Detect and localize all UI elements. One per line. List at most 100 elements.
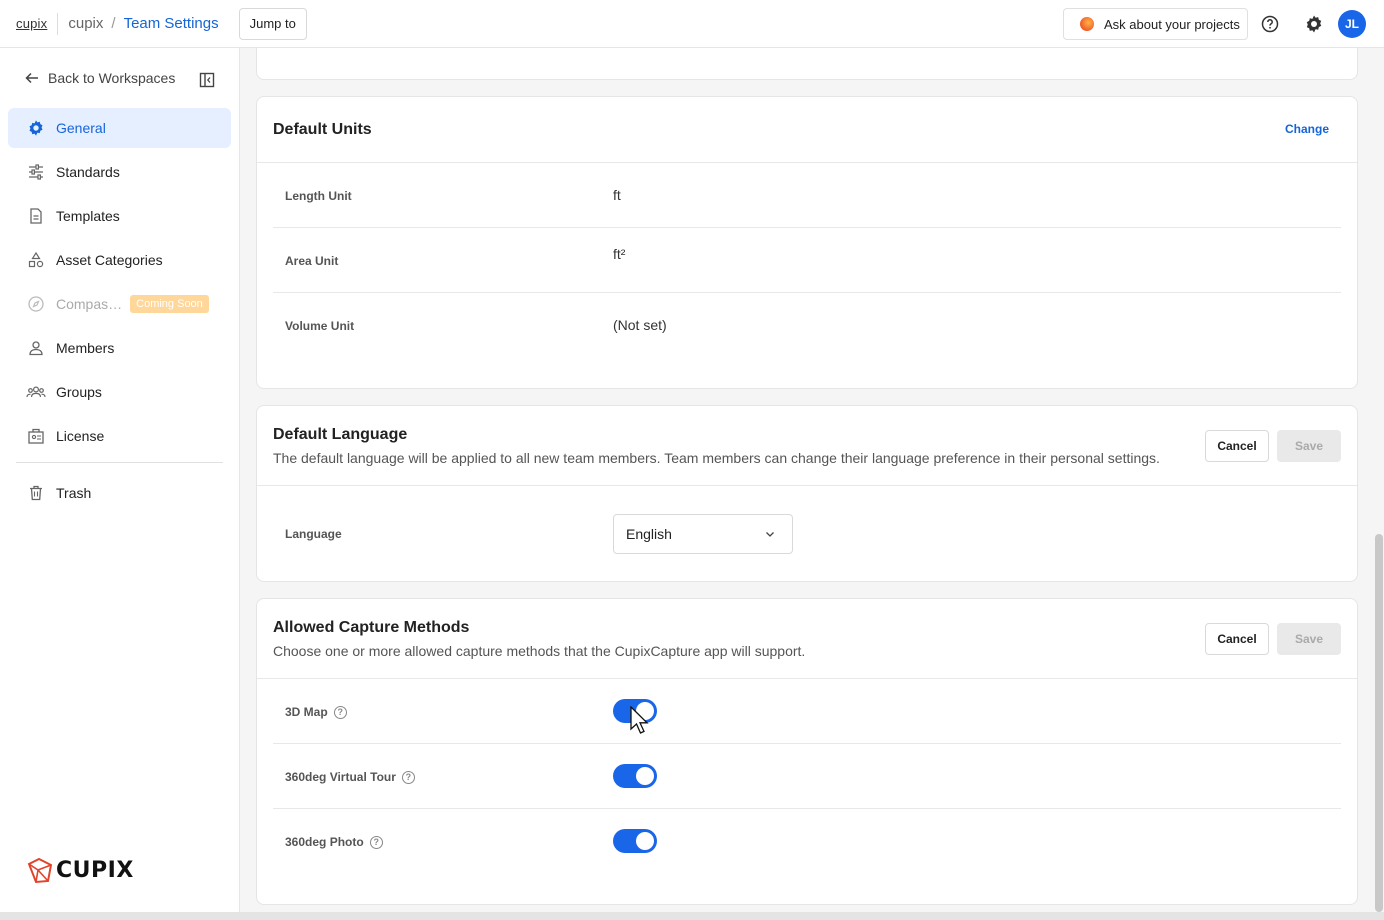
group-icon — [26, 382, 46, 402]
help-icon[interactable]: ? — [401, 770, 415, 784]
default-units-header: Default Units Change — [257, 97, 1357, 163]
divider — [57, 12, 59, 35]
default-language-header: Default Language The default language wi… — [257, 406, 1357, 486]
capture-method-label: 3D Map ? — [285, 705, 347, 719]
help-icon[interactable]: ? — [369, 835, 383, 849]
cupix-logo-mark — [27, 857, 53, 884]
sidebar-item-general[interactable]: General — [8, 108, 231, 148]
help-icon[interactable]: ? — [333, 705, 347, 719]
shapes-icon — [26, 250, 46, 270]
sidebar-item-label: License — [56, 428, 105, 444]
default-language-title: Default Language — [273, 426, 408, 443]
capture-method-row: 360deg Virtual Tour ? — [273, 744, 1341, 809]
sidebar-item-label: Groups — [56, 384, 102, 400]
sidebar-item-groups[interactable]: Groups — [8, 372, 231, 412]
sidebar-item-compass: Compas… Coming Soon — [8, 284, 231, 324]
cupix-brand-logo: CUPIX — [26, 856, 134, 884]
volume-unit-value: (Not set) — [613, 317, 667, 333]
virtual-tour-toggle[interactable] — [613, 764, 657, 788]
trash-icon — [26, 483, 46, 503]
compass-icon — [26, 294, 46, 314]
length-unit-label: Length Unit — [285, 189, 352, 203]
settings-button[interactable] — [1292, 8, 1336, 40]
sidebar-item-label: Compas… — [56, 296, 123, 312]
cupix-logo-text: CUPIX — [56, 857, 134, 883]
capture-methods-card: Allowed Capture Methods Choose one or mo… — [256, 598, 1358, 905]
sidebar-item-trash[interactable]: Trash — [8, 473, 231, 513]
sidebar-item-label: Standards — [56, 164, 120, 180]
ask-ai-button[interactable]: Ask about your projects — [1063, 8, 1248, 40]
capture-method-name: 360deg Photo — [285, 835, 364, 849]
length-unit-row: Length Unit ft — [273, 163, 1341, 228]
default-language-description: The default language will be applied to … — [273, 450, 1160, 466]
language-label: Language — [285, 527, 342, 541]
coming-soon-badge: Coming Soon — [130, 295, 209, 313]
user-avatar[interactable]: JL — [1338, 10, 1366, 38]
help-button[interactable] — [1248, 8, 1292, 40]
sidebar-item-templates[interactable]: Templates — [8, 196, 231, 236]
capture-methods-title: Allowed Capture Methods — [273, 619, 470, 636]
main-content: Default Units Change Length Unit ft Area… — [240, 48, 1374, 912]
jump-to-button[interactable]: Jump to — [238, 7, 307, 40]
breadcrumb-current: Team Settings — [123, 15, 219, 32]
chevron-down-icon — [766, 532, 774, 537]
cupix-logo-link[interactable]: cupix — [16, 16, 47, 31]
sidebar-item-label: General — [56, 120, 106, 136]
language-save-button[interactable]: Save — [1277, 430, 1341, 462]
change-units-button[interactable]: Change — [1285, 122, 1329, 136]
arrow-left-icon — [25, 72, 38, 84]
area-unit-value: ft² — [613, 246, 626, 262]
language-selected-value: English — [626, 526, 672, 542]
sidebar-item-label: Trash — [56, 485, 92, 501]
capture-method-name: 360deg Virtual Tour — [285, 770, 396, 784]
help-icon — [1261, 15, 1279, 33]
capture-method-row: 3D Map ? — [273, 679, 1341, 744]
breadcrumb-root[interactable]: cupix — [68, 15, 103, 32]
capture-cancel-button[interactable]: Cancel — [1205, 623, 1269, 655]
capture-methods-header: Allowed Capture Methods Choose one or mo… — [257, 599, 1357, 679]
ai-assistant-icon — [1080, 17, 1094, 31]
gear-icon — [26, 118, 46, 138]
capture-method-name: 3D Map — [285, 705, 328, 719]
language-row: Language English — [273, 486, 1341, 582]
breadcrumb-separator: / — [111, 15, 116, 32]
license-icon — [26, 426, 46, 446]
sidebar-item-asset-categories[interactable]: Asset Categories — [8, 240, 231, 280]
default-units-card: Default Units Change Length Unit ft Area… — [256, 96, 1358, 389]
collapse-sidebar-button[interactable] — [199, 72, 215, 93]
capture-save-button[interactable]: Save — [1277, 623, 1341, 655]
capture-method-row: 360deg Photo ? — [273, 809, 1341, 874]
back-to-workspaces-link[interactable]: Back to Workspaces — [24, 70, 175, 86]
sidebar-collapse-icon — [199, 72, 215, 88]
language-cancel-button[interactable]: Cancel — [1205, 430, 1269, 462]
person-icon — [26, 338, 46, 358]
sidebar-item-standards[interactable]: Standards — [8, 152, 231, 192]
back-label: Back to Workspaces — [48, 70, 176, 86]
capture-methods-description: Choose one or more allowed capture metho… — [273, 643, 806, 659]
gear-icon — [1306, 15, 1322, 33]
nav-divider — [16, 462, 223, 463]
sidebar-item-label: Asset Categories — [56, 252, 163, 268]
mouse-cursor-icon — [630, 706, 649, 734]
default-language-card: Default Language The default language wi… — [256, 405, 1358, 582]
ask-ai-label: Ask about your projects — [1104, 16, 1240, 32]
scrollbar-thumb[interactable] — [1375, 534, 1383, 912]
previous-section-card — [256, 48, 1358, 80]
settings-nav: General Standards Templates Asset Catego… — [8, 108, 231, 517]
default-units-title: Default Units — [273, 121, 372, 138]
360-photo-toggle[interactable] — [613, 829, 657, 853]
sidebar: Back to Workspaces General Standards Tem… — [0, 48, 240, 920]
sliders-icon — [26, 162, 46, 182]
document-icon — [26, 206, 46, 226]
capture-method-label: 360deg Virtual Tour ? — [285, 770, 415, 784]
top-bar: cupix cupix / Team Settings Jump to Ask … — [0, 0, 1384, 48]
area-unit-label: Area Unit — [285, 254, 339, 268]
volume-unit-label: Volume Unit — [285, 319, 355, 333]
horizontal-scrollbar[interactable] — [0, 912, 1384, 920]
sidebar-item-label: Members — [56, 340, 115, 356]
length-unit-value: ft — [613, 187, 621, 203]
sidebar-item-license[interactable]: License — [8, 416, 231, 456]
sidebar-item-members[interactable]: Members — [8, 328, 231, 368]
language-select[interactable]: English — [613, 514, 793, 554]
volume-unit-row: Volume Unit (Not set) — [273, 293, 1341, 358]
